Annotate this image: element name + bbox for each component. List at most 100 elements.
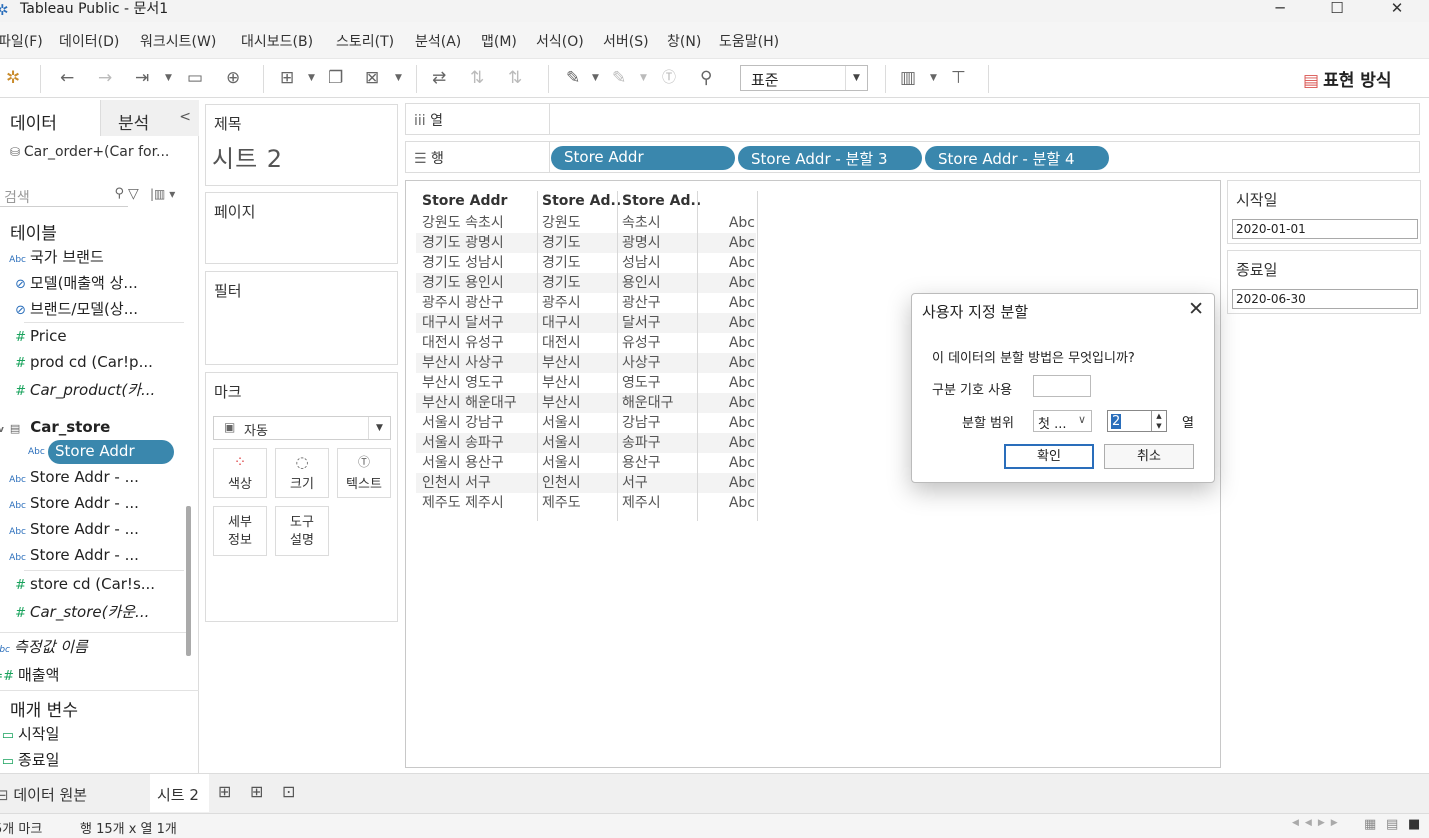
clear-sheet-icon[interactable]: ⊠ [365, 67, 379, 89]
column-count-stepper[interactable]: 2 ▲ ▼ [1107, 410, 1167, 432]
table-cell[interactable]: 부산시 [542, 393, 581, 413]
tab-analysis[interactable]: 분석 < [100, 100, 199, 136]
cancel-button[interactable]: 취소 [1104, 444, 1194, 469]
table-cell[interactable]: 인천시 서구 [422, 473, 491, 493]
swap-axes-icon[interactable]: ⇄ [432, 67, 446, 89]
table-cell[interactable]: 서울시 강남구 [422, 413, 504, 433]
measure-item[interactable]: =#매출액 [0, 664, 59, 688]
text-mark[interactable]: Abc [697, 373, 755, 393]
expand-chevron-icon[interactable]: v [0, 425, 4, 435]
column-header[interactable]: Store Ad.. [542, 193, 621, 209]
table-cell[interactable]: 사상구 [622, 353, 661, 373]
show-me-button[interactable]: ▤ 표현 방식 [1303, 66, 1392, 91]
table-cell[interactable]: 제주도 [542, 493, 581, 513]
sort-descending-icon[interactable]: ⇅ [508, 67, 522, 89]
search-input[interactable]: 검색 ⚲ [0, 185, 128, 207]
column-header[interactable]: Store Ad.. [622, 193, 701, 209]
ok-button[interactable]: 확인 [1004, 444, 1094, 469]
filters-card[interactable]: 필터 [205, 271, 398, 365]
text-mark-button[interactable]: Ⓣ 텍스트 [337, 448, 391, 498]
text-mark[interactable]: Abc [697, 293, 755, 313]
table-cell[interactable]: 강원도 [542, 213, 581, 233]
split-range-select[interactable]: 첫 ... ∨ [1033, 410, 1092, 432]
table-cell[interactable]: 대전시 [542, 333, 581, 353]
table-cell[interactable]: 부산시 [542, 373, 581, 393]
column-header[interactable]: Store Addr [422, 193, 507, 209]
new-dashboard-icon[interactable]: ⊞ [250, 782, 263, 801]
sheet-sorter-icon[interactable]: ▦ [1364, 817, 1376, 832]
tab-data[interactable]: 데이터 [0, 100, 100, 136]
table-cell[interactable]: 인천시 [542, 473, 581, 493]
chevron-down-icon[interactable]: ▼ [308, 67, 315, 89]
save-icon[interactable]: ▭ [187, 67, 203, 89]
text-mark[interactable]: Abc [697, 433, 755, 453]
text-mark[interactable]: Abc [697, 313, 755, 333]
data-pane-scrollbar[interactable] [186, 506, 191, 656]
menu-data[interactable]: 데이터(D) [59, 31, 119, 51]
view-options-icon[interactable]: |▥ ▾ [150, 187, 175, 201]
separator-input[interactable] [1033, 375, 1091, 397]
table-cell[interactable]: 성남시 [622, 253, 661, 273]
show-labels-icon[interactable]: Ⓣ [662, 67, 676, 89]
field-item[interactable]: Abc 국가 브랜드 [0, 246, 104, 270]
table-cell[interactable]: 대구시 달서구 [422, 313, 504, 333]
table-cell[interactable]: 광산구 [622, 293, 661, 313]
menu-story[interactable]: 스토리(T) [336, 31, 394, 51]
maximize-button[interactable]: ☐ [1314, 0, 1360, 18]
columns-shelf[interactable]: iii 열 [405, 103, 1420, 135]
table-cell[interactable]: 달서구 [622, 313, 661, 333]
text-mark[interactable]: Abc [697, 233, 755, 253]
table-cell[interactable]: 송파구 [622, 433, 661, 453]
tab-sheet-2[interactable]: 시트 2 [150, 774, 209, 812]
fit-select[interactable]: 표준 ▼ [740, 65, 868, 91]
table-cell[interactable]: 경기도 [542, 253, 581, 273]
text-mark[interactable]: Abc [697, 353, 755, 373]
text-mark[interactable]: Abc [697, 253, 755, 273]
table-cell[interactable]: 서울시 용산구 [422, 453, 504, 473]
table-cell[interactable]: 대구시 [542, 313, 581, 333]
size-mark-button[interactable]: ◌ 크기 [275, 448, 329, 498]
menu-format[interactable]: 서식(O) [536, 31, 584, 51]
table-cell[interactable]: 경기도 광명시 [422, 233, 504, 253]
measure-names-item[interactable]: Abc측정값 이름 [0, 636, 88, 660]
field-item[interactable]: # Car_product(카... [0, 379, 155, 403]
table-cell[interactable]: 서울시 [542, 453, 581, 473]
menu-worksheet[interactable]: 워크시트(W) [140, 31, 216, 51]
new-worksheet-icon[interactable]: ⊞ [218, 782, 231, 801]
menu-analysis[interactable]: 분석(A) [415, 31, 461, 51]
table-cell[interactable]: 경기도 [542, 233, 581, 253]
table-cell[interactable]: 경기도 용인시 [422, 273, 504, 293]
row-pill-store-addr[interactable]: Store Addr [551, 146, 735, 170]
chevron-down-icon[interactable]: ▼ [930, 67, 937, 89]
table-cell[interactable]: 유성구 [622, 333, 661, 353]
field-item[interactable]: # Car_store(카운... [0, 601, 149, 625]
table-cell[interactable]: 용인시 [622, 273, 661, 293]
table-cell[interactable]: 광주시 광산구 [422, 293, 504, 313]
table-cell[interactable]: 부산시 사상구 [422, 353, 504, 373]
tableau-home-icon[interactable]: ✲ [6, 67, 20, 89]
row-pill-split-4[interactable]: Store Addr - 분할 4 [925, 146, 1109, 170]
chevron-down-icon[interactable]: ▼ [165, 67, 172, 89]
text-mark[interactable]: Abc [697, 413, 755, 433]
parameter-item[interactable]: ▭ 시작일 [0, 723, 60, 747]
field-item[interactable]: # Price [0, 327, 67, 351]
table-cell[interactable]: 용산구 [622, 453, 661, 473]
end-date-input[interactable]: 2020-06-30 [1232, 289, 1418, 309]
sort-ascending-icon[interactable]: ⇅ [470, 67, 484, 89]
field-item[interactable]: ⊘ 모델(매출액 상... [0, 272, 138, 296]
row-pill-split-3[interactable]: Store Addr - 분할 3 [738, 146, 922, 170]
field-item[interactable]: Abc Store Addr - ... [0, 520, 139, 544]
table-cell[interactable]: 영도구 [622, 373, 661, 393]
table-cell[interactable]: 대전시 유성구 [422, 333, 504, 353]
field-item[interactable]: # store cd (Car!s... [0, 575, 155, 599]
tooltip-mark-button[interactable]: 도구 설명 [275, 506, 329, 556]
table-cell[interactable]: 제주시 [622, 493, 661, 513]
table-cell[interactable]: 경기도 [542, 273, 581, 293]
menu-server[interactable]: 서버(S) [603, 31, 649, 51]
table-cell[interactable]: 속초시 [622, 213, 661, 233]
datasource-tab[interactable]: ⊟ 데이터 원본 [0, 784, 87, 805]
table-cell[interactable]: 서울시 송파구 [422, 433, 504, 453]
table-car-store[interactable]: v ▤ Car_store [0, 418, 110, 442]
new-datasource-icon[interactable]: ⊕ [226, 67, 240, 89]
field-item[interactable]: Abc Store Addr - ... [0, 546, 139, 570]
